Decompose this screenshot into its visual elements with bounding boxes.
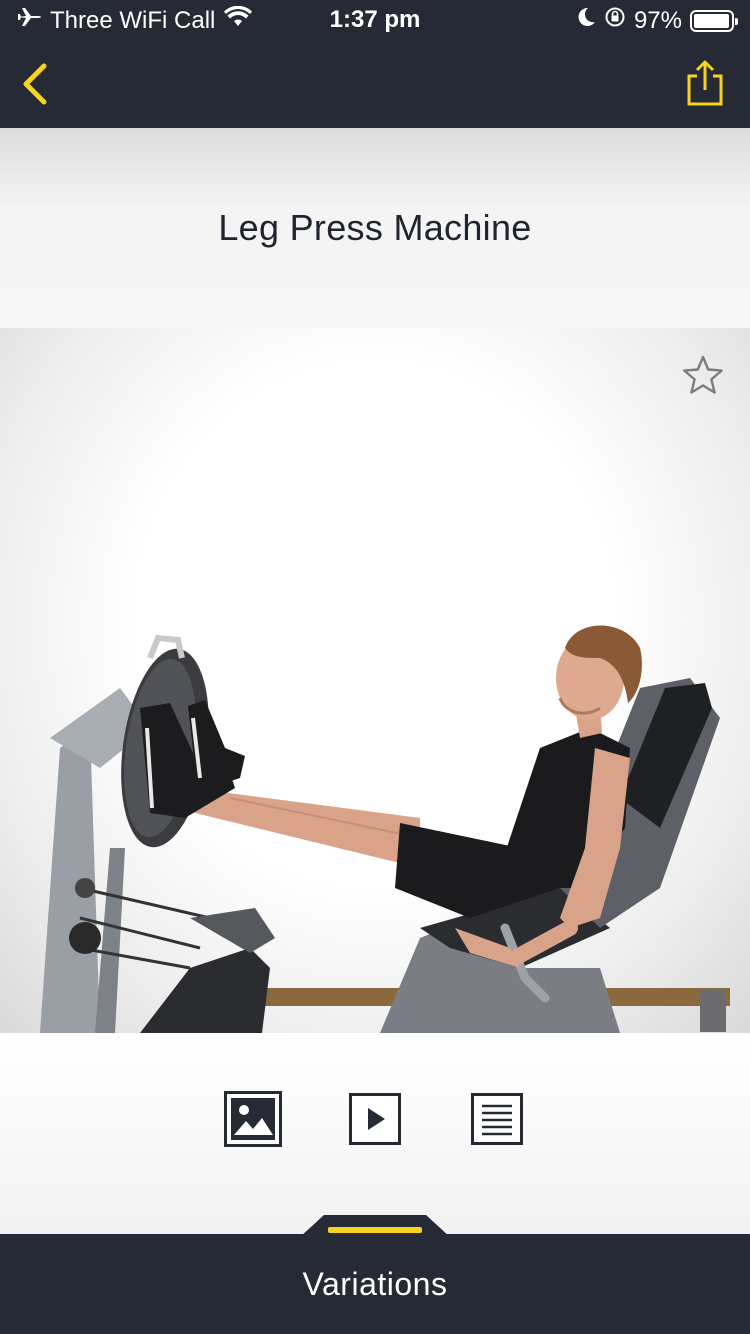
moon-icon: [576, 6, 596, 35]
instructions-view-button[interactable]: [471, 1093, 523, 1145]
leg-press-illustration: [40, 625, 730, 1033]
share-icon: [687, 60, 723, 106]
star-outline-icon: [683, 355, 723, 394]
play-icon: [349, 1093, 401, 1145]
share-button[interactable]: [682, 54, 728, 112]
text-document-icon: [471, 1093, 523, 1145]
battery-icon: [690, 9, 738, 32]
battery-level: [694, 13, 729, 28]
exercise-title-area: Leg Press Machine: [0, 128, 750, 328]
variations-button[interactable]: Variations: [0, 1234, 750, 1334]
video-view-button[interactable]: [349, 1093, 401, 1145]
status-bar: Three WiFi Call 1:37 pm 97%: [0, 0, 750, 40]
back-button[interactable]: [10, 56, 60, 112]
image-view-button[interactable]: [224, 1091, 282, 1147]
variations-label: Variations: [302, 1265, 448, 1302]
image-icon: [224, 1091, 282, 1147]
exercise-image: [0, 328, 750, 1033]
orientation-lock-icon: [604, 6, 626, 35]
battery-percent: 97%: [633, 6, 682, 34]
status-right: 97%: [576, 6, 738, 35]
exercise-title: Leg Press Machine: [218, 207, 532, 248]
favorite-button[interactable]: [682, 354, 724, 396]
chevron-left-icon: [23, 63, 47, 105]
media-toolbar: [0, 1033, 750, 1233]
navigation-bar: [0, 40, 750, 128]
exercise-detail-screen: Three WiFi Call 1:37 pm 97% Leg Press Ma…: [0, 0, 750, 1334]
